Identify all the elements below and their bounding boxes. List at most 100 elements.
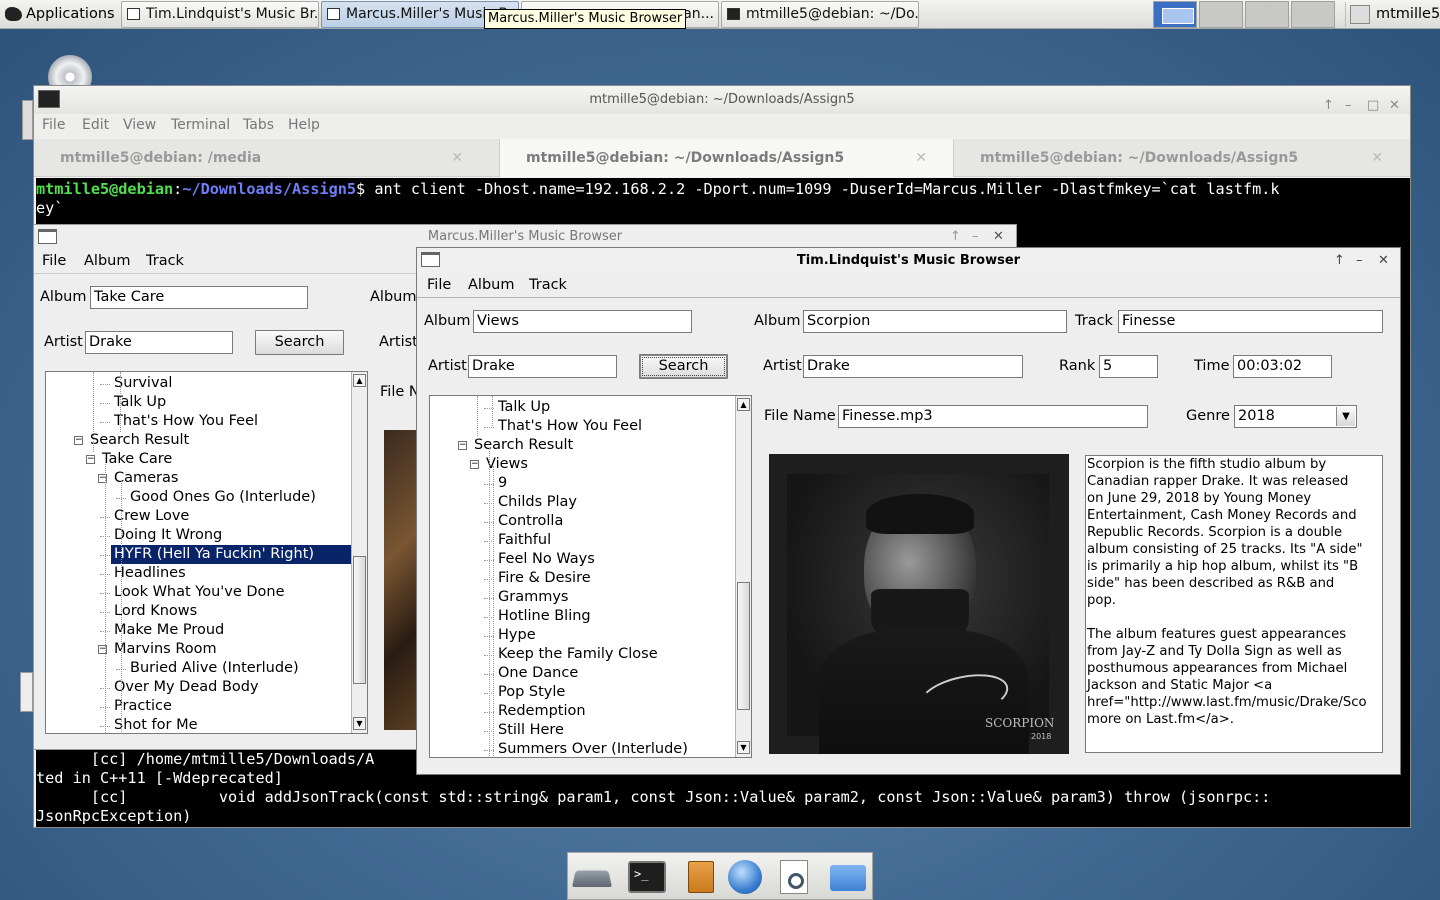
- tree-folder-node[interactable]: Cameras: [114, 469, 178, 488]
- marcus-library-tree[interactable]: ▲ ▼ Survival Talk Up That's How You Feel − S…: [45, 371, 368, 734]
- album-detail-field[interactable]: Scorpion: [803, 310, 1067, 333]
- user-menu[interactable]: mtmille5: [1345, 2, 1440, 27]
- tree-track-node[interactable]: Feel No Ways: [498, 550, 595, 569]
- minimize-icon[interactable]: –: [972, 225, 979, 249]
- album-search-field[interactable]: Views: [473, 310, 692, 333]
- tree-track-node[interactable]: Hotline Bling: [498, 607, 591, 626]
- scroll-up-arrow[interactable]: ▲: [353, 374, 366, 387]
- tree-track-node[interactable]: Grammys: [498, 588, 568, 607]
- scroll-down-arrow[interactable]: ▼: [737, 741, 750, 754]
- search-button[interactable]: Search: [639, 354, 728, 379]
- tree-track-node[interactable]: Controlla: [498, 512, 563, 531]
- artist-search-field[interactable]: Drake: [85, 331, 233, 354]
- desktop-cd-icon[interactable]: [48, 55, 92, 85]
- tree-track-node[interactable]: That's How You Feel: [498, 417, 642, 436]
- terminal-menu-tabs[interactable]: Tabs: [243, 117, 274, 133]
- terminal-tab-assign5[interactable]: mtmille5@debian: ~/Downloads/Assign5 ✕: [499, 139, 954, 177]
- tree-track-node[interactable]: That's How You Feel: [114, 412, 258, 431]
- menu-file[interactable]: File: [427, 277, 451, 293]
- scroll-thumb[interactable]: [353, 556, 366, 684]
- tree-track-node[interactable]: Buried Alive (Interlude): [130, 659, 299, 678]
- menu-file[interactable]: File: [42, 253, 66, 269]
- close-icon[interactable]: ✕: [1378, 248, 1389, 274]
- tree-track-node[interactable]: Headlines: [114, 564, 186, 583]
- terminal-titlebar[interactable]: mtmille5@debian: ~/Downloads/Assign5 ↑ –…: [34, 86, 1410, 114]
- tree-track-node[interactable]: HYFR (Hell Ya Fuckin' Right): [111, 545, 351, 564]
- tree-track-node[interactable]: Make Me Proud: [114, 621, 224, 640]
- search-button[interactable]: Search: [255, 330, 344, 355]
- terminal-menu-terminal[interactable]: Terminal: [171, 117, 230, 133]
- tree-track-node[interactable]: Faithful: [498, 531, 551, 550]
- tim-titlebar[interactable]: Tim.Lindquist's Music Browser ↑ – ✕: [417, 248, 1400, 274]
- tree-track-node[interactable]: Talk Up: [498, 398, 550, 417]
- file-manager-drawer-icon[interactable]: [680, 859, 720, 895]
- tree-folder-node[interactable]: Search Result: [90, 431, 189, 450]
- track-field[interactable]: Finesse: [1118, 310, 1383, 333]
- menu-album[interactable]: Album: [84, 253, 130, 269]
- expand-toggle-icon[interactable]: −: [470, 460, 479, 469]
- tree-track-node[interactable]: Practice: [114, 697, 172, 716]
- workspace-2[interactable]: [1199, 1, 1243, 28]
- tim-library-tree[interactable]: ▲ ▼ Talk Up That's How You Feel − Search Re…: [429, 395, 752, 758]
- genre-select[interactable]: 2018 ▼: [1234, 405, 1357, 428]
- album-summary-textarea[interactable]: Scorpion is the fifth studio album by Can…: [1085, 455, 1383, 753]
- show-desktop-icon[interactable]: [572, 859, 612, 895]
- tree-track-node[interactable]: Crew Love: [114, 507, 189, 526]
- marcus-titlebar[interactable]: Marcus.Miller's Music Browser ↑ – ✕: [34, 225, 1016, 249]
- rank-field[interactable]: 5: [1099, 355, 1158, 378]
- tree-track-node[interactable]: Hype: [498, 626, 536, 645]
- expand-toggle-icon[interactable]: −: [458, 441, 467, 450]
- tree-track-node[interactable]: Summers Over (Interlude): [498, 740, 688, 757]
- tree-track-node[interactable]: Pop Style: [498, 683, 565, 702]
- tree-scrollbar[interactable]: ▲ ▼: [735, 396, 751, 757]
- task-button-terminal[interactable]: mtmille5@debian: ~/Do...: [721, 1, 919, 28]
- tab-close-icon[interactable]: ✕: [915, 139, 927, 177]
- tree-track-node[interactable]: Still Here: [498, 721, 564, 740]
- tree-folder-node[interactable]: Take Care: [102, 450, 172, 469]
- terminal-menu-edit[interactable]: Edit: [82, 117, 109, 133]
- tree-track-node[interactable]: Good Ones Go (Interlude): [130, 488, 316, 507]
- menu-track[interactable]: Track: [146, 253, 184, 269]
- tree-track-node[interactable]: One Dance: [498, 664, 578, 683]
- tree-track-node[interactable]: Lord Knows: [114, 602, 197, 621]
- tree-track-node[interactable]: Doing It Wrong: [114, 526, 222, 545]
- tree-track-node[interactable]: Look What You've Done: [114, 583, 285, 602]
- tree-folder-node[interactable]: Marvins Room: [114, 640, 217, 659]
- menu-track[interactable]: Track: [529, 277, 567, 293]
- file-name-field[interactable]: Finesse.mp3: [838, 405, 1148, 428]
- tree-track-node[interactable]: Keep the Family Close: [498, 645, 658, 664]
- close-icon[interactable]: ✕: [993, 225, 1004, 249]
- terminal-menu-help[interactable]: Help: [288, 117, 320, 133]
- album-search-field[interactable]: Take Care: [90, 286, 308, 309]
- shade-icon[interactable]: ↑: [950, 225, 961, 249]
- scroll-down-arrow[interactable]: ▼: [353, 717, 366, 730]
- tree-track-node[interactable]: Fire & Desire: [498, 569, 591, 588]
- time-field[interactable]: 00:03:02: [1233, 355, 1332, 378]
- shade-icon[interactable]: ↑: [1334, 248, 1345, 274]
- chevron-down-icon[interactable]: ▼: [1336, 407, 1355, 426]
- workspace-3[interactable]: [1245, 1, 1289, 28]
- tree-track-node[interactable]: 9: [498, 474, 507, 493]
- tree-scrollbar[interactable]: ▲ ▼: [351, 372, 367, 733]
- workspace-1[interactable]: [1153, 1, 1197, 28]
- scroll-up-arrow[interactable]: ▲: [737, 398, 750, 411]
- task-button-tim-browser[interactable]: Tim.Lindquist's Music Br...: [121, 1, 319, 28]
- tree-track-node[interactable]: Redemption: [498, 702, 586, 721]
- artist-search-field[interactable]: Drake: [468, 355, 617, 378]
- expand-toggle-icon[interactable]: −: [86, 455, 95, 464]
- tab-close-icon[interactable]: ✕: [1371, 139, 1383, 177]
- tree-track-node[interactable]: Childs Play: [498, 493, 577, 512]
- workspace-4[interactable]: [1291, 1, 1335, 28]
- tab-close-icon[interactable]: ✕: [451, 139, 463, 177]
- expand-toggle-icon[interactable]: −: [74, 436, 83, 445]
- web-browser-globe-icon[interactable]: [724, 859, 764, 895]
- minimize-icon[interactable]: –: [1356, 248, 1363, 274]
- applications-menu[interactable]: Applications: [2, 2, 115, 27]
- scroll-thumb[interactable]: [737, 582, 750, 710]
- terminal-menu-view[interactable]: View: [123, 117, 156, 133]
- tree-track-node[interactable]: Over My Dead Body: [114, 678, 259, 697]
- app-finder-search-icon[interactable]: [774, 859, 814, 895]
- home-folder-icon[interactable]: [828, 859, 868, 895]
- terminal-menu-file[interactable]: File: [42, 117, 65, 133]
- tree-track-node[interactable]: Survival: [114, 374, 172, 393]
